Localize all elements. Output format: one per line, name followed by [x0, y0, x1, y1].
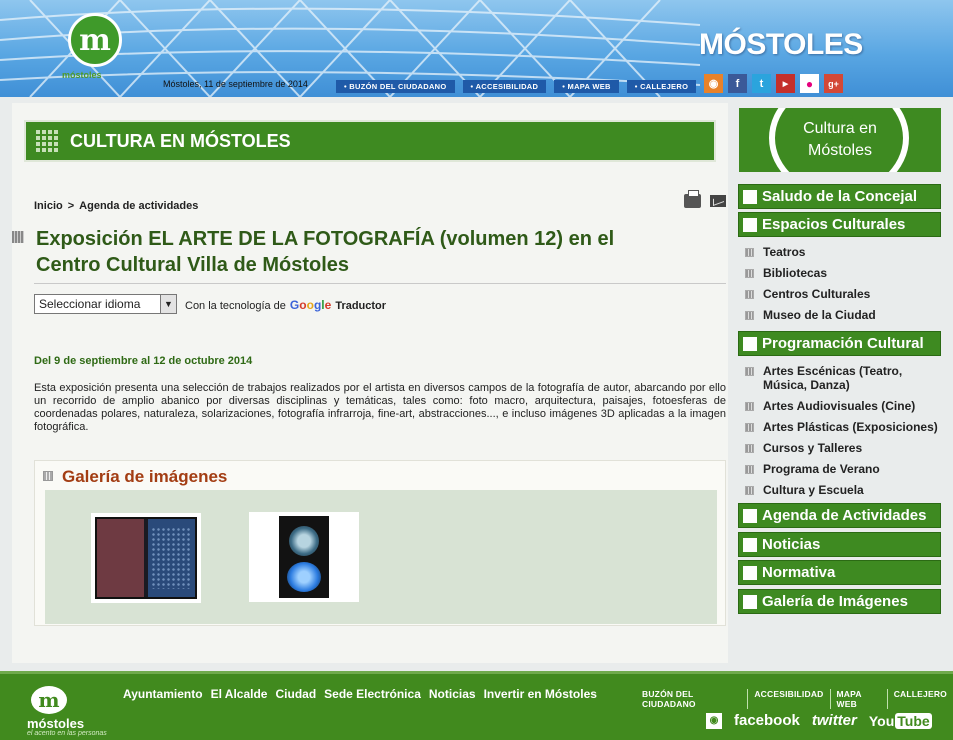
programacion-sublist: Artes Escénicas (Teatro, Música, Danza) … [745, 364, 940, 504]
footer-logo-text: móstoles [27, 716, 85, 731]
sidebar-banner-text: Cultura en Móstoles [803, 120, 877, 159]
breadcrumb-separator: > [67, 200, 75, 212]
sidebar-item-normativa[interactable]: Normativa [738, 560, 941, 585]
square-icon [743, 594, 757, 609]
sidebar-item-saludo[interactable]: Saludo de la Concejal [738, 184, 941, 209]
section-title: CULTURA EN MÓSTOLES [70, 130, 291, 151]
sidebar-subitem-museo[interactable]: Museo de la Ciudad [745, 308, 876, 322]
youtube-icon[interactable]: ▶ [776, 74, 795, 93]
google-plus-icon[interactable]: g+ [824, 74, 843, 93]
sidebar-banner[interactable]: Cultura en Móstoles [739, 108, 941, 172]
chevron-down-icon[interactable]: ▼ [160, 295, 176, 313]
event-date-range: Del 9 de septiembre al 12 de octubre 201… [34, 355, 253, 367]
square-icon [743, 336, 757, 351]
language-select-value: Seleccionar idioma [39, 297, 141, 311]
footer-link-alcalde[interactable]: El Alcalde [211, 687, 268, 701]
youtube-link[interactable]: You Tube [869, 712, 932, 729]
footer-link-noticias[interactable]: Noticias [429, 687, 476, 701]
facebook-link[interactable]: facebook [734, 712, 800, 729]
gallery-thumbnail[interactable] [249, 512, 359, 602]
footer-logo[interactable]: m [31, 686, 67, 714]
google-translate-credit: Con la tecnología de Google Traductor [185, 298, 386, 312]
title-bullet-icon [12, 231, 24, 243]
twitter-link[interactable]: twitter [812, 712, 857, 729]
square-icon [743, 565, 757, 580]
header-date: Móstoles, 11 de septiembre de 2014 [163, 79, 308, 89]
sidebar-item-agenda[interactable]: Agenda de Actividades [738, 503, 941, 528]
footer-link-ciudad[interactable]: Ciudad [275, 687, 316, 701]
photo-spheres-image [279, 516, 329, 598]
sidebar-subitem-audiovisuales[interactable]: Artes Audiovisuales (Cine) [745, 399, 940, 413]
sidebar-subitem-teatros[interactable]: Teatros [745, 245, 876, 259]
accesibilidad-link[interactable]: • ACCESIBILIDAD [462, 80, 547, 93]
language-select[interactable]: Seleccionar idioma ▼ [34, 294, 177, 314]
sidebar-item-espacios[interactable]: Espacios Culturales [738, 212, 941, 237]
logo-mark: m [79, 22, 111, 58]
site-logo[interactable]: m [68, 13, 122, 67]
logo-text: móstoles [62, 70, 102, 80]
sidebar-subitem-centros[interactable]: Centros Culturales [745, 287, 876, 301]
callejero-link[interactable]: • CALLEJERO [626, 80, 697, 93]
rss-icon[interactable]: ◉ [704, 74, 723, 93]
breadcrumb-current: Agenda de actividades [79, 200, 199, 212]
mapa-web-link[interactable]: • MAPA WEB [554, 80, 619, 93]
square-icon [743, 217, 757, 232]
image-gallery: Galería de imágenes [34, 460, 726, 626]
breadcrumb: Inicio > Agenda de actividades [34, 200, 198, 212]
event-description: Esta exposición presenta una selección d… [34, 382, 726, 433]
square-icon [743, 508, 757, 523]
rss-icon[interactable]: ◉ [706, 712, 722, 729]
footer-link-sede[interactable]: Sede Electrónica [324, 687, 421, 701]
sidebar-subitem-escuela[interactable]: Cultura y Escuela [745, 483, 940, 497]
google-logo: Google [289, 298, 332, 312]
flickr-icon[interactable]: ● [800, 74, 819, 93]
footer-accesibilidad-link[interactable]: ACCESIBILIDAD [747, 689, 829, 709]
print-icon[interactable] [684, 190, 701, 208]
photo-window-image [95, 517, 197, 599]
footer-mapa-link[interactable]: MAPA WEB [829, 689, 887, 709]
sidebar-subitem-escenicas[interactable]: Artes Escénicas (Teatro, Música, Danza) [745, 364, 940, 392]
gallery-title: Galería de imágenes [62, 467, 228, 486]
buzon-link[interactable]: • BUZÓN DEL CIUDADANO [336, 80, 455, 93]
sidebar-subitem-cursos[interactable]: Cursos y Talleres [745, 441, 940, 455]
mail-icon[interactable] [710, 195, 726, 207]
footer-nav: Ayuntamiento El Alcalde Ciudad Sede Elec… [123, 687, 597, 701]
footer-utility-links: BUZÓN DEL CIUDADANO ACCESIBILIDAD MAPA W… [642, 689, 953, 709]
facebook-icon[interactable]: f [728, 74, 747, 93]
footer-logo-tagline: el acento en las personas [27, 730, 107, 737]
section-header: CULTURA EN MÓSTOLES [24, 120, 716, 162]
sidebar-item-noticias[interactable]: Noticias [738, 532, 941, 557]
page-title: Exposición EL ARTE DE LA FOTOGRAFÍA (vol… [36, 228, 615, 276]
translator-label: Traductor [335, 300, 387, 312]
square-icon [743, 537, 757, 552]
brand-title: MÓSTOLES [699, 28, 863, 61]
twitter-icon[interactable]: t [752, 74, 771, 93]
site-footer: m móstoles el acento en las personas Ayu… [0, 671, 953, 740]
square-icon [743, 189, 757, 204]
title-divider [34, 283, 726, 284]
espacios-sublist: Teatros Bibliotecas Centros Culturales M… [745, 245, 876, 329]
footer-callejero-link[interactable]: CALLEJERO [886, 689, 953, 709]
sidebar-item-galeria[interactable]: Galería de Imágenes [738, 589, 941, 614]
breadcrumb-home[interactable]: Inicio [34, 200, 63, 212]
powered-by-label: Con la tecnología de [185, 300, 286, 312]
header-utility-links: • BUZÓN DEL CIUDADANO • ACCESIBILIDAD • … [336, 80, 697, 93]
gallery-thumbnail[interactable] [91, 513, 201, 603]
sidebar-subitem-plasticas[interactable]: Artes Plásticas (Exposiciones) [745, 420, 940, 434]
sidebar-item-programacion[interactable]: Programación Cultural [738, 331, 941, 356]
header-social-icons: ◉ f t ▶ ● g+ [704, 74, 843, 93]
gallery-area [45, 490, 717, 624]
gallery-bullet-icon [43, 471, 53, 481]
site-header: m móstoles Móstoles, 11 de septiembre de… [0, 0, 953, 97]
sidebar-subitem-verano[interactable]: Programa de Verano [745, 462, 940, 476]
sidebar-subitem-bibliotecas[interactable]: Bibliotecas [745, 266, 876, 280]
footer-social: ◉ facebook twitter You Tube [706, 712, 932, 729]
footer-link-ayuntamiento[interactable]: Ayuntamiento [123, 687, 203, 701]
footer-buzon-link[interactable]: BUZÓN DEL CIUDADANO [642, 689, 747, 709]
footer-link-invertir[interactable]: Invertir en Móstoles [484, 687, 597, 701]
grid-icon [36, 130, 58, 152]
